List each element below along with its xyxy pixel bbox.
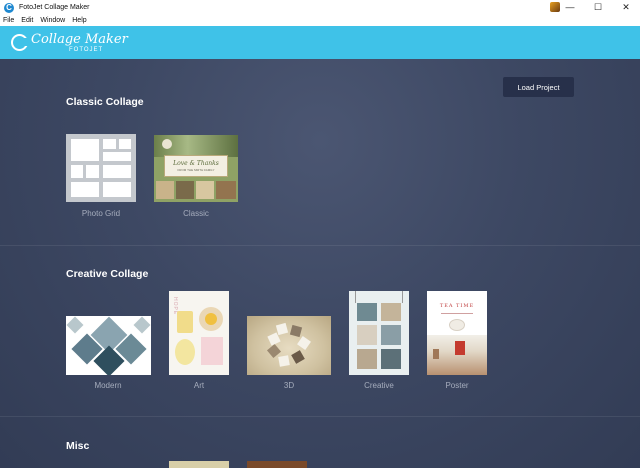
poster-title: TEA TIME [439,303,475,309]
menu-bar: File Edit Window Help [0,15,640,26]
card-label-3d: 3D [283,381,295,390]
classic-banner-subtext: FROM THE SMITH FAMILY [177,168,215,172]
menu-file[interactable]: File [3,17,14,24]
classic-banner-text: Love & Thanks [173,160,219,167]
3d-thumbnail[interactable] [247,316,331,375]
misc-thumbnail-2[interactable] [247,461,307,468]
app-icon: C [4,2,14,13]
poster-thumbnail[interactable]: TEA TIME [427,291,487,375]
section-title-misc: Misc [66,440,90,452]
card-label-photo-grid: Photo Grid [81,209,121,218]
section-divider [0,245,640,246]
section-divider [0,416,640,417]
maximize-button[interactable]: ☐ [584,0,612,15]
creative-thumbnail[interactable] [349,291,409,375]
window-title: FotoJet Collage Maker [19,4,90,11]
load-project-button[interactable]: Load Project [503,77,574,97]
menu-window[interactable]: Window [40,17,65,24]
classic-thumbnail[interactable]: Love & Thanks FROM THE SMITH FAMILY [154,135,238,202]
card-label-modern: Modern [94,381,122,390]
logo-title: Collage Maker [31,31,128,47]
logo-icon [11,34,30,51]
misc-thumbnail-1[interactable] [169,461,229,468]
card-label-art: Art [193,381,205,390]
section-title-creative: Creative Collage [66,268,149,280]
brand-header: Collage Maker FOTOJET [0,26,640,59]
window-controls: — ☐ ✕ [556,0,640,15]
logo-subtitle: FOTOJET [69,46,104,53]
title-bar: C FotoJet Collage Maker — ☐ ✕ [0,0,640,15]
section-title-classic: Classic Collage [66,96,144,108]
main-content: Load Project Classic Collage Photo Grid … [0,59,640,468]
card-label-classic: Classic [183,209,209,218]
logo: Collage Maker FOTOJET [31,33,128,53]
card-label-poster: Poster [445,381,469,390]
menu-help[interactable]: Help [72,17,86,24]
close-button[interactable]: ✕ [612,0,640,15]
art-thumbnail[interactable]: HOPE [169,291,229,375]
menu-edit[interactable]: Edit [21,17,33,24]
photo-grid-thumbnail[interactable] [66,134,136,202]
minimize-button[interactable]: — [556,0,584,15]
modern-thumbnail[interactable] [66,316,151,375]
